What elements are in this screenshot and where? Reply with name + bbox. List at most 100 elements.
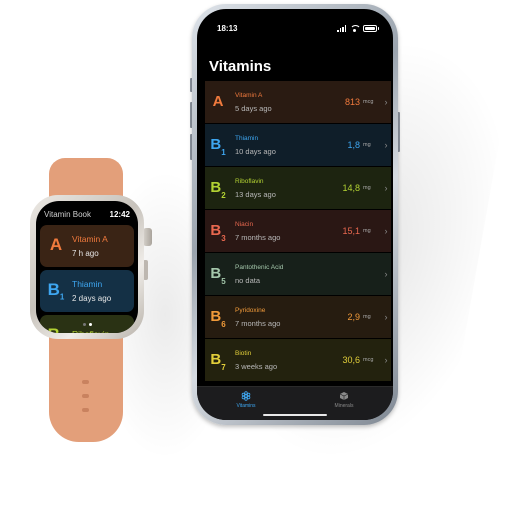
watch-vitamin-letter-main: A (49, 235, 63, 255)
phone-device: 18:13 Vitamins A Vitamin A5 days ago 813 mc… (192, 4, 398, 425)
vitamin-info: Thiamin 10 days ago (231, 135, 347, 156)
vitamin-last-updated: 10 days ago (235, 146, 276, 156)
watch-vitamin-info: Vitamin A 7 h ago (68, 234, 108, 258)
vitamin-letter-sub: 1 (221, 147, 226, 157)
tab-vitamins-label: Vitamins (236, 402, 256, 409)
status-icons (337, 24, 379, 32)
wifi-icon (350, 24, 361, 32)
vitamin-letter-main: B (210, 135, 222, 153)
vitamin-letter: A (205, 93, 231, 112)
watch-vitamin-name: Thiamin (72, 279, 103, 289)
vitamin-letter-main: B (210, 307, 222, 325)
vitamin-name: Pyridoxine (235, 306, 266, 314)
watch-vitamin-row[interactable]: A Vitamin A 7 h ago (40, 225, 134, 267)
watch-screen: Vitamin Book 12:42 A Vitamin A7 h ago B1 Th… (36, 201, 138, 333)
product-showcase: 18:13 Vitamins A Vitamin A5 days ago 813 mc… (0, 0, 512, 512)
vitamin-last-updated: 7 months ago (235, 318, 281, 328)
chevron-right-icon: › (384, 97, 388, 107)
vitamin-value: 30,6 (342, 355, 360, 365)
vitamin-last-updated: 5 days ago (235, 103, 272, 113)
watch-vitamin-list: AVitamin A7 h agoB1Thiamin2 days agoB2Ri… (40, 225, 134, 333)
vitamin-row[interactable]: B7 Biotin 3 weeks ago 30,6 mcg › (205, 339, 391, 381)
vitamin-last-updated: no data (235, 275, 261, 285)
chevron-right-icon: › (384, 183, 388, 193)
vitamin-letter-sub: 5 (221, 276, 226, 286)
vitamin-letter-main: B (210, 264, 222, 282)
vitamin-letter-main: B (210, 221, 222, 239)
status-bar: 18:13 (197, 21, 393, 35)
chevron-right-icon: › (384, 312, 388, 322)
watch-time: 12:42 (109, 210, 130, 219)
vitamin-unit: mg (363, 228, 371, 234)
watch-vitamin-letter: A (44, 235, 68, 256)
page-indicator (36, 323, 138, 326)
minerals-icon (339, 391, 349, 400)
page-dot (88, 323, 92, 326)
watch-vitamin-letter: B1 (44, 280, 68, 301)
phone-screen: 18:13 Vitamins A Vitamin A5 days ago 813 mc… (197, 9, 393, 420)
vitamins-icon (241, 390, 251, 401)
vitamin-letter: B2 (205, 178, 231, 200)
vitamin-letter: B6 (205, 307, 231, 329)
watch-vitamin-info: Thiamin 2 days ago (68, 279, 111, 303)
vitamin-name: Pantothenic Acid (235, 263, 284, 271)
vitamin-last-updated: 13 days ago (235, 189, 276, 199)
vitamin-value: 15,1 (342, 226, 360, 236)
vitamin-row[interactable]: B2 Riboflavin 13 days ago 14,8 mg › (205, 167, 391, 209)
page-dot (82, 323, 86, 326)
digital-crown[interactable] (143, 228, 152, 246)
vitamin-unit: mg (363, 185, 371, 191)
vitamin-info: Pantothenic Acid no data (231, 264, 360, 285)
vitamin-letter: B1 (205, 135, 231, 157)
chevron-right-icon: › (384, 226, 388, 236)
chevron-right-icon: › (384, 269, 388, 279)
vitamin-letter: B3 (205, 221, 231, 243)
vitamin-value: 2,9 (347, 312, 360, 322)
vitamin-row[interactable]: B3 Niacin 7 months ago 15,1 mg › (205, 210, 391, 252)
tab-bar: Vitamins Minerals (197, 386, 393, 420)
vitamin-letter-sub: 6 (221, 319, 226, 329)
vitamin-info: Biotin 3 weeks ago (231, 350, 342, 371)
vitamin-list: A Vitamin A5 days ago 813 mcg › B1 Thiamin 10 d… (205, 81, 391, 382)
vitamin-info: Pyridoxine 7 months ago (231, 307, 347, 328)
vitamin-letter-sub: 2 (221, 190, 226, 200)
watch-vitamin-name: Vitamin A (72, 234, 108, 244)
vitamin-letter: B5 (205, 264, 231, 286)
vitamin-value: 14,8 (342, 183, 360, 193)
vitamin-info: Niacin 7 months ago (231, 221, 342, 242)
vitamin-row[interactable]: B5 Pantothenic Acid no data › (205, 253, 391, 295)
watch-vitamin-info: Riboflavin (68, 329, 109, 334)
vitamin-name: Thiamin (235, 134, 259, 142)
vitamin-letter-main: B (210, 178, 222, 196)
vitamin-letter-main: A (212, 92, 224, 110)
vitamin-letter-sub: 3 (221, 233, 226, 243)
watch-vitamin-letter-sub: 1 (59, 292, 65, 302)
band-hole (82, 408, 89, 412)
watch-header: Vitamin Book 12:42 (44, 210, 130, 219)
status-time: 18:13 (217, 23, 238, 33)
watch-vitamin-last-updated: 7 h ago (72, 249, 99, 258)
vitamin-letter-sub: 7 (221, 362, 226, 372)
watch-vitamin-letter-main: B (48, 325, 60, 333)
vitamin-name: Riboflavin (235, 177, 264, 185)
chevron-right-icon: › (384, 140, 388, 150)
vitamin-name: Biotin (235, 349, 252, 357)
vitamin-row[interactable]: B1 Thiamin 10 days ago 1,8 mg › (205, 124, 391, 166)
vitamin-name: Niacin (235, 220, 254, 228)
watch-vitamin-last-updated: 2 days ago (72, 294, 112, 303)
vitamin-letter-main: B (210, 350, 222, 368)
watch-vitamin-row[interactable]: B1 Thiamin 2 days ago (40, 270, 134, 312)
vitamin-row[interactable]: B6 Pyridoxine 7 months ago 2,9 mg › (205, 296, 391, 338)
band-hole (82, 394, 89, 398)
vitamin-unit: mcg (363, 99, 374, 105)
tab-minerals-label: Minerals (334, 402, 354, 409)
cellular-signal-icon (337, 24, 346, 32)
watch-app-title: Vitamin Book (44, 210, 91, 219)
chevron-right-icon: › (384, 355, 388, 365)
watch-vitamin-name: Riboflavin (72, 329, 109, 334)
watch-device: Vitamin Book 12:42 A Vitamin A7 h ago B1 Th… (30, 195, 144, 339)
battery-icon (363, 24, 379, 32)
vitamin-info: Riboflavin 13 days ago (231, 178, 342, 199)
vitamin-row[interactable]: A Vitamin A 5 days ago 813 mcg › (205, 81, 391, 123)
vitamin-unit: mg (363, 314, 371, 320)
